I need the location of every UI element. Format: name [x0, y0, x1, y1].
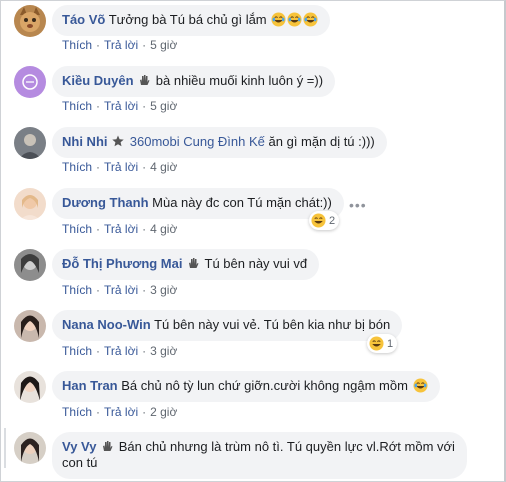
reaction-number: 2	[329, 214, 336, 227]
separator: ·	[96, 344, 101, 358]
comment-text: Bán chủ nhưng là trùm nô tì. Tú quyền lự…	[62, 439, 455, 470]
avatar[interactable]	[14, 310, 46, 342]
comment-text: Mùa này đc con Tú mặn chát:))	[152, 195, 332, 210]
laughing-face-icon	[311, 213, 326, 228]
waving-hand-icon	[103, 441, 113, 451]
comment-text: Tú bên này vui vẻ. Tú bên kia như bị bón	[154, 317, 391, 332]
comment-actions: Thích · Trả lời · 5 giờ	[62, 38, 177, 52]
commenter-name[interactable]: Kiều Duyên	[62, 73, 134, 88]
comment-text: Tú bên này vui vđ	[204, 256, 308, 271]
avatar[interactable]	[14, 432, 46, 464]
separator: ·	[142, 344, 147, 358]
separator: ·	[96, 405, 101, 419]
timestamp[interactable]: 4 giờ	[150, 160, 177, 174]
separator: ·	[96, 283, 101, 297]
comment-bubble: Nhi Nhi 360mobi Cung Đình Kế ăn gì mặn d…	[52, 127, 387, 158]
separator: ·	[142, 99, 147, 113]
comment-text: ăn gì mặn dị tú :)))	[268, 134, 375, 149]
comment-bubble: Vy Vy Bán chủ nhưng là trùm nô tì. Tú qu…	[52, 432, 467, 479]
commenter-name[interactable]: Đỗ Thị Phương Mai	[62, 256, 182, 271]
avatar[interactable]	[14, 66, 46, 98]
reaction-count[interactable]: 2	[309, 211, 340, 230]
separator: ·	[142, 222, 147, 236]
avatar[interactable]	[14, 249, 46, 281]
like-link[interactable]: Thích	[62, 99, 92, 113]
comment-actions: Thích · Trả lời · 3 giờ	[62, 283, 177, 297]
commenter-name[interactable]: Nana Noo-Win	[62, 317, 151, 332]
timestamp[interactable]: 3 giờ	[150, 283, 177, 297]
comment-bubble: Đỗ Thị Phương Mai Tú bên này vui vđ	[52, 249, 320, 280]
reply-link[interactable]: Trả lời	[104, 283, 138, 297]
star-icon	[112, 135, 124, 147]
timestamp[interactable]: 2 giờ	[150, 405, 177, 419]
separator: ·	[142, 160, 147, 174]
avatar[interactable]	[14, 371, 46, 403]
comment-bubble: Nana Noo-Win Tú bên này vui vẻ. Tú bên k…	[52, 310, 403, 341]
laughing-face-icon	[287, 12, 302, 27]
comment-bubble: Han Tran Bá chủ nô tỳ lun chứ giỡn.cười …	[52, 371, 440, 402]
like-link[interactable]: Thích	[62, 38, 92, 52]
reply-link[interactable]: Trả lời	[104, 160, 138, 174]
commenter-name[interactable]: Han Tran	[62, 378, 118, 393]
commenter-name[interactable]: Dương Thanh	[62, 195, 149, 210]
reaction-count[interactable]: 1	[367, 334, 398, 353]
avatar[interactable]	[14, 5, 46, 37]
more-options-icon[interactable]: •••	[349, 197, 367, 213]
comment-actions: Thích · Trả lời · 5 giờ	[62, 99, 177, 113]
like-link[interactable]: Thích	[62, 344, 92, 358]
comment-actions: Thích · Trả lời · 4 giờ	[62, 222, 177, 236]
like-link[interactable]: Thích	[62, 405, 92, 419]
like-link[interactable]: Thích	[62, 283, 92, 297]
laughing-face-icon	[303, 12, 318, 27]
tagged-page[interactable]: 360mobi Cung Đình Kế	[130, 134, 265, 149]
like-link[interactable]: Thích	[62, 222, 92, 236]
reply-link[interactable]: Trả lời	[104, 344, 138, 358]
separator: ·	[96, 99, 101, 113]
comment-bubble: Dương Thanh Mùa này đc con Tú mặn chát:)…	[52, 188, 344, 219]
avatar[interactable]	[14, 188, 46, 220]
comment-text: bà nhiều muối kinh luôn ý =))	[155, 73, 324, 88]
waving-hand-icon	[189, 258, 199, 268]
timestamp[interactable]: 5 giờ	[150, 38, 177, 52]
commenter-name[interactable]: Vy Vy	[62, 439, 96, 454]
like-link[interactable]: Thích	[62, 160, 92, 174]
separator: ·	[142, 283, 147, 297]
reply-link[interactable]: Trả lời	[104, 405, 138, 419]
reply-link[interactable]: Trả lời	[104, 38, 138, 52]
commenter-name[interactable]: Táo Võ	[62, 12, 105, 27]
separator: ·	[142, 38, 147, 52]
thread-indicator	[4, 428, 6, 468]
commenter-name[interactable]: Nhi Nhi	[62, 134, 108, 149]
laughing-face-icon	[271, 12, 286, 27]
comment-text: Tưởng bà Tú bá chủ gì lắm	[108, 12, 267, 27]
comment-actions: Thích · Trả lời · 3 giờ	[62, 344, 177, 358]
separator: ·	[96, 160, 101, 174]
comment-bubble: Kiều Duyên bà nhiều muối kinh luôn ý =))	[52, 66, 336, 97]
timestamp[interactable]: 5 giờ	[150, 99, 177, 113]
comment-bubble: Táo Võ Tưởng bà Tú bá chủ gì lắm	[52, 5, 331, 36]
reply-link[interactable]: Trả lời	[104, 222, 138, 236]
laughing-face-icon	[369, 336, 384, 351]
laughing-face-icon	[413, 378, 428, 393]
separator: ·	[96, 38, 101, 52]
avatar[interactable]	[14, 127, 46, 159]
comment-text: Bá chủ nô tỳ lun chứ giỡn.cười không ngậ…	[121, 378, 408, 393]
waving-hand-icon	[140, 75, 150, 85]
separator: ·	[96, 222, 101, 236]
reply-link[interactable]: Trả lời	[104, 99, 138, 113]
timestamp[interactable]: 3 giờ	[150, 344, 177, 358]
timestamp[interactable]: 4 giờ	[150, 222, 177, 236]
separator: ·	[142, 405, 147, 419]
comment-actions: Thích · Trả lời · 2 giờ	[62, 405, 177, 419]
comment-actions: Thích · Trả lời · 4 giờ	[62, 160, 177, 174]
reaction-number: 1	[387, 337, 394, 350]
